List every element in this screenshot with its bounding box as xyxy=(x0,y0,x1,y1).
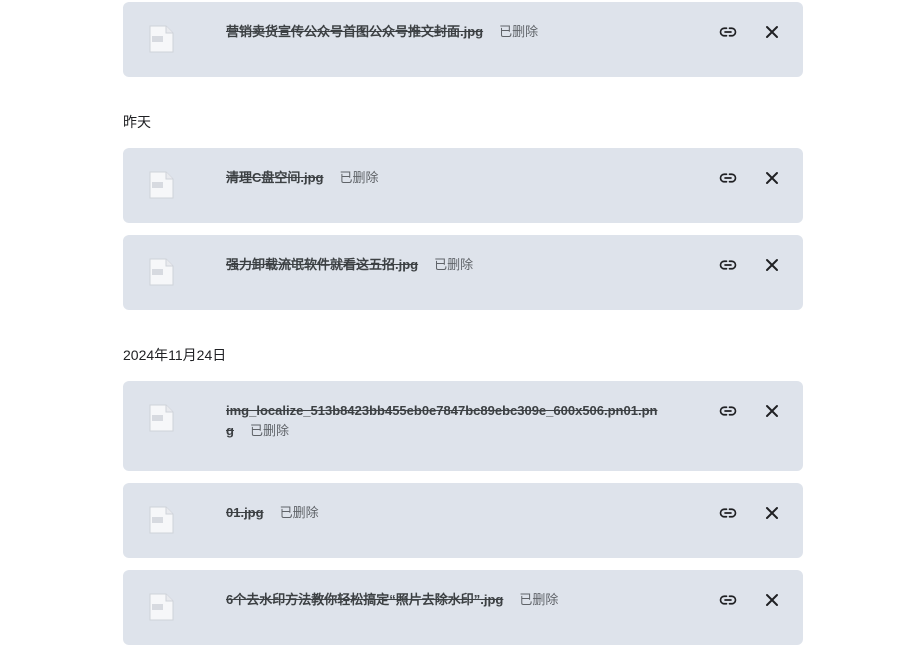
link-icon xyxy=(719,591,737,609)
item-text: img_localize_513b8423bb455eb0e7847bc89eb… xyxy=(226,401,677,441)
copy-link-button[interactable] xyxy=(717,400,739,422)
file-name-link[interactable]: 01.jpg xyxy=(226,505,264,520)
remove-button[interactable] xyxy=(761,589,783,611)
copy-link-button[interactable] xyxy=(717,589,739,611)
item-text: 强力卸载流氓软件就看这五招.jpg 已删除 xyxy=(226,255,677,275)
copy-link-button[interactable] xyxy=(717,21,739,43)
file-name-link[interactable]: 强力卸载流氓软件就看这五招.jpg xyxy=(226,257,418,272)
file-image-icon xyxy=(149,171,174,199)
close-icon xyxy=(765,404,779,418)
file-name-link[interactable]: img_localize_513b8423bb455eb0e7847bc89eb… xyxy=(226,403,657,438)
file-image-icon xyxy=(149,506,174,534)
file-image-icon xyxy=(149,593,174,621)
file-name-link[interactable]: 6个去水印方法教你轻松搞定“照片去除水印”.jpg xyxy=(226,592,503,607)
remove-button[interactable] xyxy=(761,502,783,524)
status-label: 已删除 xyxy=(499,24,539,39)
status-label: 已删除 xyxy=(279,505,319,520)
remove-button[interactable] xyxy=(761,167,783,189)
download-item[interactable]: img_localize_513b8423bb455eb0e7847bc89eb… xyxy=(123,381,803,471)
file-name-link[interactable]: 营销卖货宣传公众号首图公众号推文封面.jpg xyxy=(226,24,483,39)
link-icon xyxy=(719,402,737,420)
copy-link-button[interactable] xyxy=(717,167,739,189)
copy-link-button[interactable] xyxy=(717,502,739,524)
status-label: 已删除 xyxy=(519,592,559,607)
download-item[interactable]: 01.jpg 已删除 xyxy=(123,483,803,558)
link-icon xyxy=(719,23,737,41)
date-group-header: 昨天 xyxy=(123,114,151,130)
close-icon xyxy=(765,593,779,607)
link-icon xyxy=(719,256,737,274)
link-icon xyxy=(719,169,737,187)
date-group-header: 2024年11月24日 xyxy=(123,347,227,363)
close-icon xyxy=(765,171,779,185)
download-item[interactable]: 清理C盘空间.jpg 已删除 xyxy=(123,148,803,223)
status-label: 已删除 xyxy=(339,170,379,185)
file-image-icon xyxy=(149,404,174,432)
item-text: 01.jpg 已删除 xyxy=(226,503,677,523)
item-text: 6个去水印方法教你轻松搞定“照片去除水印”.jpg 已删除 xyxy=(226,590,677,610)
file-image-icon xyxy=(149,25,174,53)
remove-button[interactable] xyxy=(761,254,783,276)
close-icon xyxy=(765,258,779,272)
download-item[interactable]: 营销卖货宣传公众号首图公众号推文封面.jpg 已删除 xyxy=(123,2,803,77)
close-icon xyxy=(765,506,779,520)
remove-button[interactable] xyxy=(761,400,783,422)
status-label: 已删除 xyxy=(434,257,474,272)
file-image-icon xyxy=(149,258,174,286)
copy-link-button[interactable] xyxy=(717,254,739,276)
file-name-link[interactable]: 清理C盘空间.jpg xyxy=(226,170,324,185)
download-item[interactable]: 6个去水印方法教你轻松搞定“照片去除水印”.jpg 已删除 xyxy=(123,570,803,645)
close-icon xyxy=(765,25,779,39)
link-icon xyxy=(719,504,737,522)
item-text: 清理C盘空间.jpg 已删除 xyxy=(226,168,677,188)
status-label: 已删除 xyxy=(249,423,289,438)
item-text: 营销卖货宣传公众号首图公众号推文封面.jpg 已删除 xyxy=(226,22,677,42)
download-item[interactable]: 强力卸载流氓软件就看这五招.jpg 已删除 xyxy=(123,235,803,310)
remove-button[interactable] xyxy=(761,21,783,43)
